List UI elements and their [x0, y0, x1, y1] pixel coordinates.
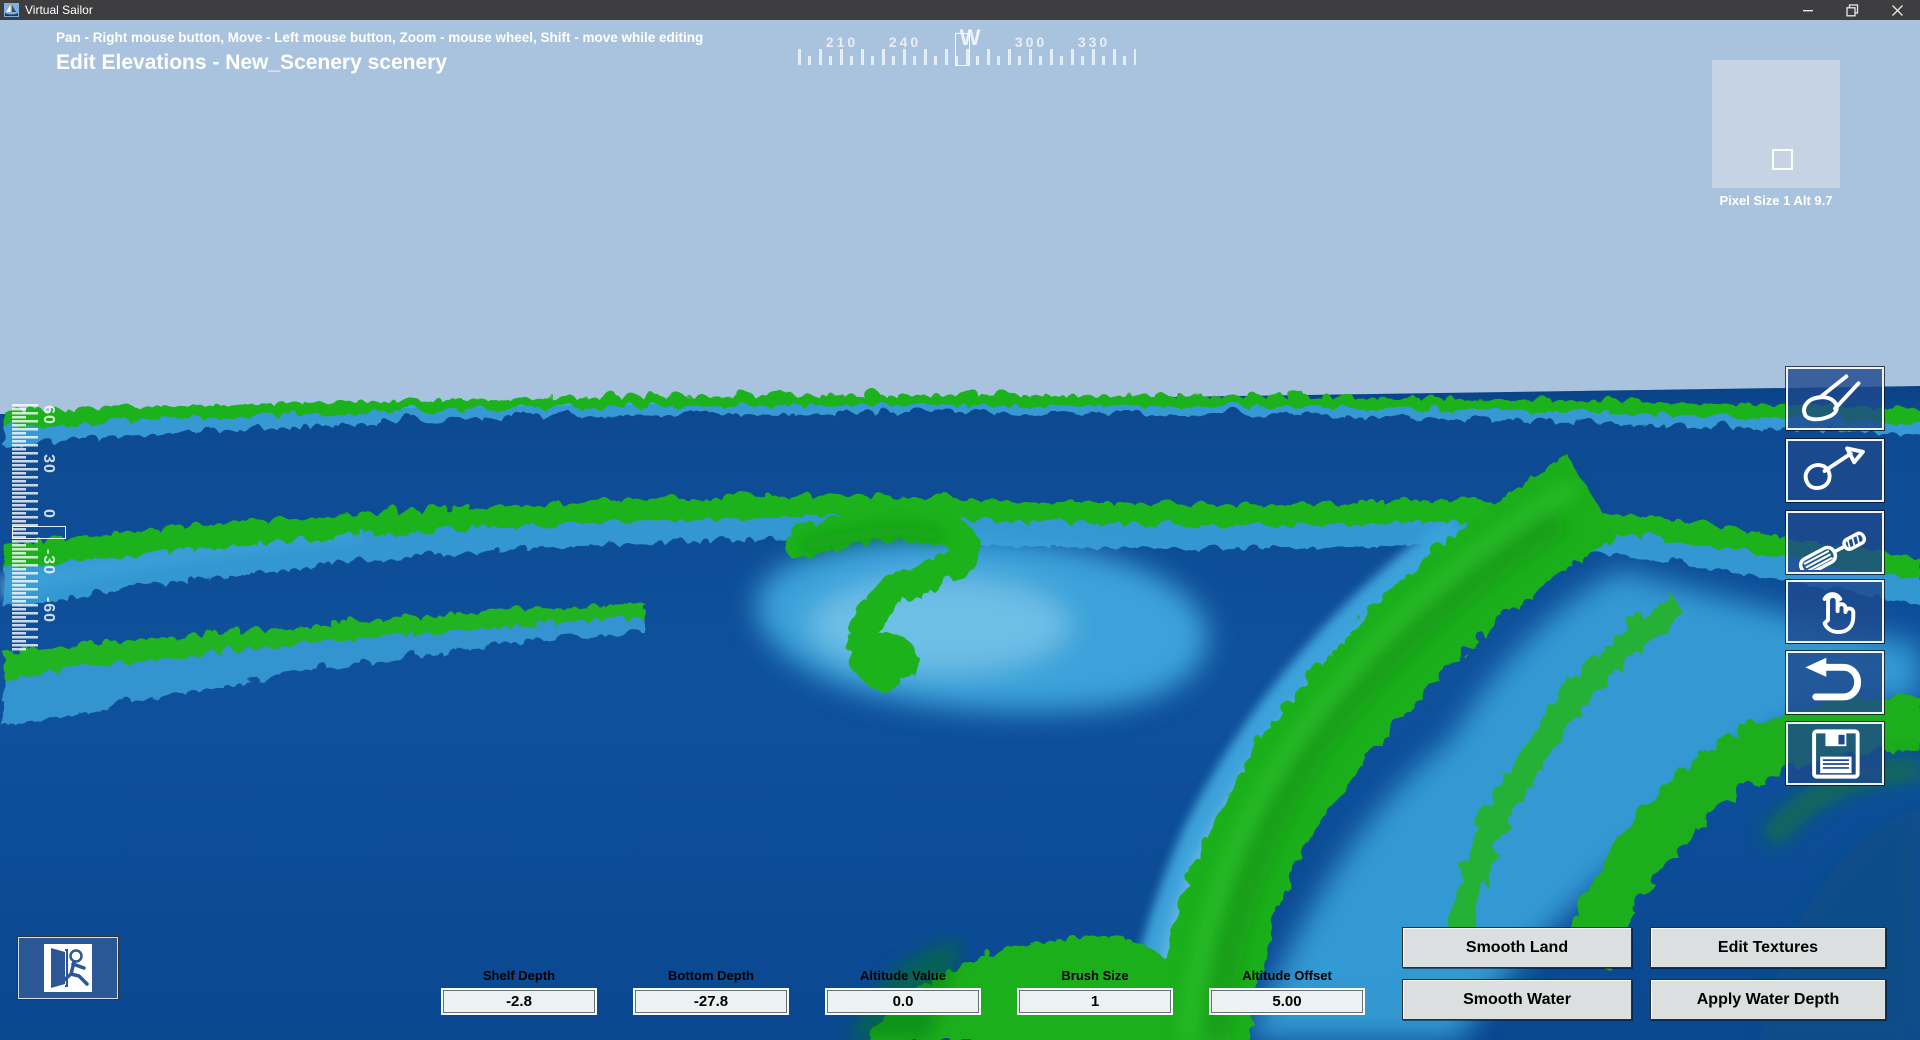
elevation-ruler: 60 30 0 -30 -60 — [0, 400, 70, 656]
field-altitude-value: Altitude Value — [823, 968, 983, 1013]
ruler-label-neg60: -60 — [39, 597, 57, 623]
window-title: Virtual Sailor — [25, 3, 93, 17]
page-title: Edit Elevations - New_Scenery scenery — [56, 51, 447, 75]
undo-icon — [1793, 656, 1877, 710]
field-shelf-depth: Shelf Depth — [439, 968, 599, 1013]
minimize-icon — [1802, 4, 1814, 16]
compass-label-330: 330 — [1078, 34, 1110, 50]
exit-button[interactable] — [18, 937, 118, 999]
compass-label-210: 210 — [826, 34, 858, 50]
save-tool-button[interactable] — [1786, 722, 1884, 785]
smooth-land-button[interactable]: Smooth Land — [1402, 927, 1632, 968]
ruler-label-30: 30 — [39, 454, 57, 474]
field-brush-size: Brush Size — [1015, 968, 1175, 1013]
altitude-offset-input[interactable] — [1211, 990, 1363, 1013]
restore-icon — [1846, 4, 1859, 17]
minimap-view-rectangle — [1772, 149, 1793, 170]
spatula-tool-button[interactable] — [1786, 511, 1884, 574]
shelf-depth-label: Shelf Depth — [439, 968, 599, 983]
window-controls — [1785, 0, 1920, 20]
field-bottom-depth: Bottom Depth — [631, 968, 791, 1013]
apply-water-depth-button[interactable]: Apply Water Depth — [1650, 979, 1886, 1020]
smooth-water-button[interactable]: Smooth Water — [1402, 979, 1632, 1020]
brush-size-input[interactable] — [1019, 990, 1171, 1013]
altitude-value-input[interactable] — [827, 990, 979, 1013]
brush-size-label: Brush Size — [1015, 968, 1175, 983]
close-button[interactable] — [1875, 0, 1920, 20]
minimize-button[interactable] — [1785, 0, 1830, 20]
paintbrush-icon — [1793, 372, 1877, 426]
ruler-label-60: 60 — [39, 405, 57, 425]
shovel-tool-button[interactable] — [1786, 439, 1884, 502]
save-icon — [1793, 727, 1877, 781]
ruler-cursor — [12, 526, 66, 539]
bottom-depth-input[interactable] — [635, 990, 787, 1013]
ruler-label-neg30: -30 — [39, 549, 57, 575]
paintbrush-tool-button[interactable] — [1786, 367, 1884, 430]
restore-button[interactable] — [1830, 0, 1875, 20]
shovel-icon — [1793, 444, 1877, 498]
minimap[interactable] — [1712, 60, 1840, 188]
altitude-value-label: Altitude Value — [823, 968, 983, 983]
hand-pointer-icon — [1793, 585, 1877, 639]
title-bar: Virtual Sailor — [0, 0, 1920, 20]
compass-heading-cursor — [955, 33, 970, 66]
help-text: Pan - Right mouse button, Move - Left mo… — [56, 30, 703, 45]
compass-label-300: 300 — [1015, 34, 1047, 50]
altitude-offset-label: Altitude Offset — [1207, 968, 1367, 983]
undo-tool-button[interactable] — [1786, 651, 1884, 714]
compass-strip: 210 240 W 300 330 — [780, 24, 1160, 72]
virtual-sailor-window: Virtual Sailor Pan - Right mouse button, — [0, 0, 1920, 1040]
shelf-depth-input[interactable] — [443, 990, 595, 1013]
terrain-viewport[interactable] — [0, 0, 1920, 1040]
ruler-label-0: 0 — [39, 509, 57, 519]
exit-door-icon — [44, 944, 92, 992]
hand-pointer-tool-button[interactable] — [1786, 580, 1884, 643]
close-icon — [1891, 4, 1904, 17]
bottom-depth-label: Bottom Depth — [631, 968, 791, 983]
edit-textures-button[interactable]: Edit Textures — [1650, 927, 1886, 968]
minimap-caption: Pixel Size 1 Alt 9.7 — [1700, 193, 1852, 208]
compass-label-240: 240 — [889, 34, 921, 50]
field-altitude-offset: Altitude Offset — [1207, 968, 1367, 1013]
spatula-icon — [1793, 516, 1877, 570]
app-icon — [4, 3, 19, 17]
